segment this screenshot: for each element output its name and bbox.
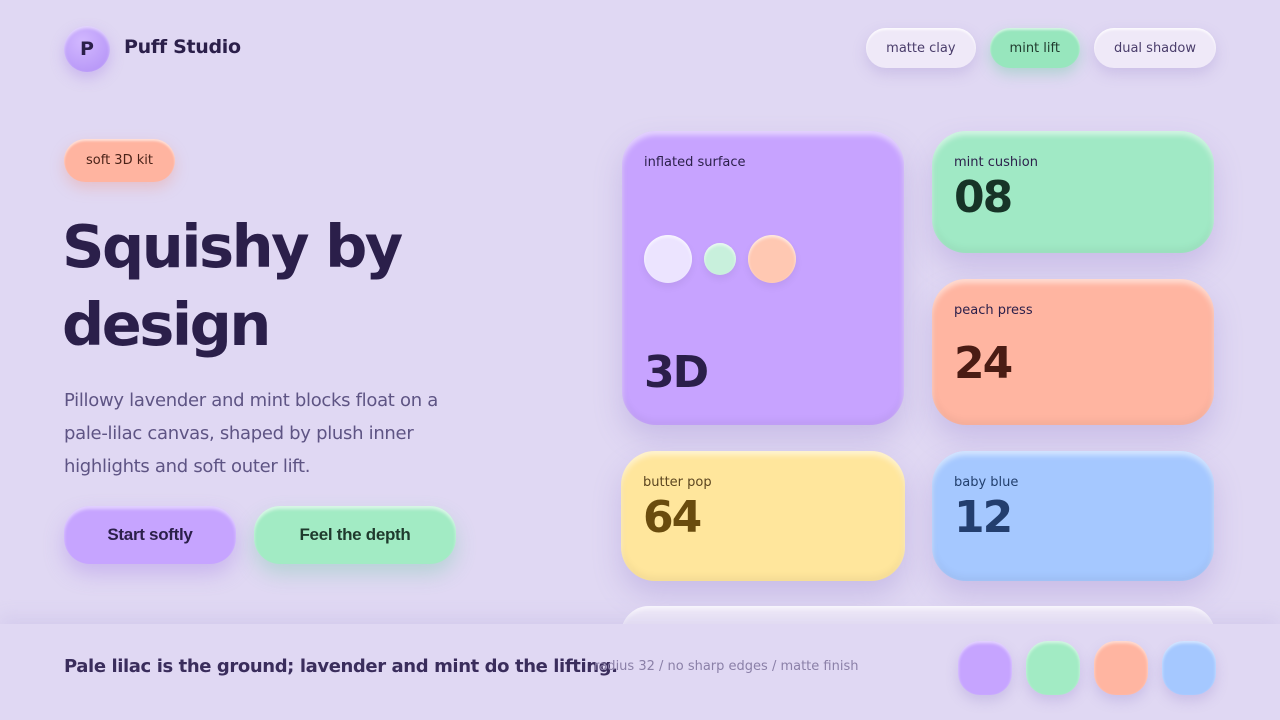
color-swatches [958,641,1216,695]
card-label: baby blue [954,475,1019,490]
card-butter-pop[interactable]: butter pop 64 [621,451,905,581]
pill-mint-lift[interactable]: mint lift [989,28,1080,68]
card-peach-press[interactable]: peach press 24 [932,279,1214,425]
pill-dual-shadow[interactable]: dual shadow [1093,28,1216,68]
card-inflated-surface[interactable]: inflated surface 3D [622,131,904,425]
logo-avatar[interactable]: P [64,26,110,72]
swatch-mint[interactable] [1026,641,1080,695]
card-label: peach press [954,303,1033,318]
color-dots [644,235,796,283]
card-value: 24 [954,338,1013,389]
card-value: 64 [643,492,702,543]
style-pills: matte clay mint lift dual shadow [866,28,1216,68]
card-value: 3D [644,347,709,398]
hero-subtext: Pillowy lavender and mint blocks float o… [64,390,438,477]
footer-meta: radius 32 / no sharp edges / matte finis… [594,659,859,674]
feel-depth-button[interactable]: Feel the depth [254,506,456,564]
start-softly-button[interactable]: Start softly [64,506,236,564]
lavender-dot [644,235,692,283]
card-value: 12 [954,492,1013,543]
kit-tag: soft 3D kit [64,139,175,182]
card-baby-blue[interactable]: baby blue 12 [932,451,1214,581]
swatch-blue[interactable] [1162,641,1216,695]
swatch-peach[interactable] [1094,641,1148,695]
card-label: inflated surface [644,155,746,170]
card-label: mint cushion [954,155,1038,170]
card-value: 08 [954,172,1013,223]
peach-dot [748,235,796,283]
footer-tagline: Pale lilac is the ground; lavender and m… [64,656,618,677]
pill-matte-clay[interactable]: matte clay [866,28,976,68]
card-label: butter pop [643,475,712,490]
card-mint-cushion[interactable]: mint cushion 08 [932,131,1214,253]
hero-headline: Squishy by design [62,212,403,359]
swatch-lavender[interactable] [958,641,1012,695]
mint-dot [704,243,736,275]
brand-name: Puff Studio [124,36,241,58]
